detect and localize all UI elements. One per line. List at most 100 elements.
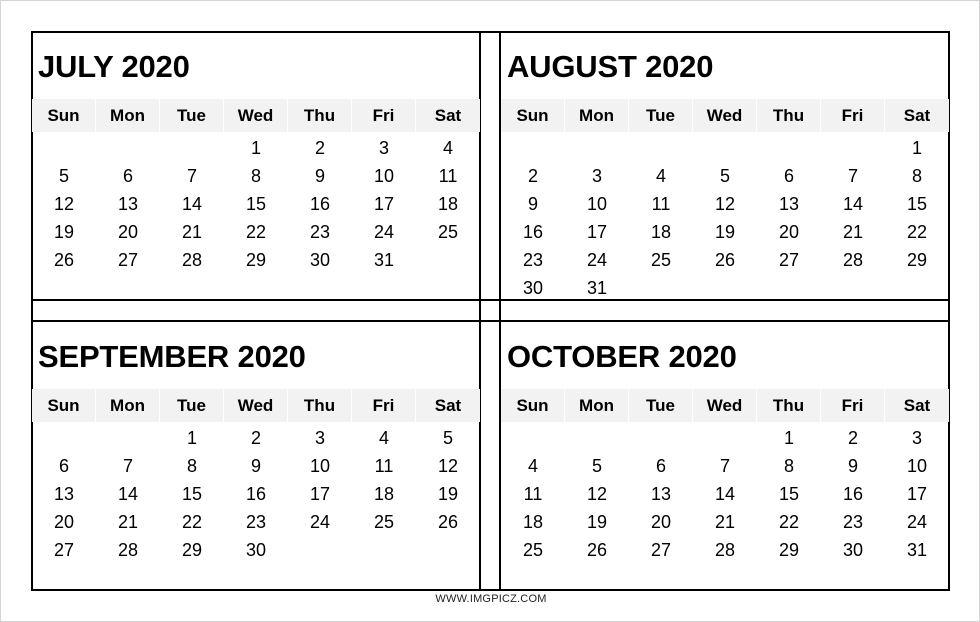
week-row: 1 2 3 4	[32, 134, 480, 162]
weekday-header-row: Sun Mon Tue Wed Thu Fri Sat	[501, 99, 949, 132]
day-cell: 31	[586, 278, 608, 298]
day-cell: 29	[181, 540, 203, 560]
week-row: 27 28 29 30	[32, 536, 480, 564]
week-row: 16 17 18 19 20 21 22	[501, 218, 949, 246]
day-cell: 11	[438, 166, 458, 186]
day-cell	[32, 134, 96, 162]
day-cell: 18	[522, 512, 544, 532]
day-cell: 19	[586, 512, 608, 532]
week-row: 1 2 3 4 5	[32, 424, 480, 452]
week-row: 11 12 13 14 15 16 17	[501, 480, 949, 508]
day-cell: 12	[586, 484, 608, 504]
weekday-header-wed: Wed	[224, 389, 287, 422]
day-cell: 29	[778, 540, 800, 560]
weekday-header-thu: Thu	[288, 389, 351, 422]
day-cell: 19	[714, 222, 736, 242]
day-cell: 20	[117, 222, 139, 242]
month-title: JULY 2020	[38, 49, 190, 84]
day-cell: 23	[842, 512, 864, 532]
day-cell: 21	[714, 512, 736, 532]
day-cell: 25	[522, 540, 544, 560]
day-cell: 21	[842, 222, 864, 242]
day-cell: 5	[719, 166, 730, 186]
week-row: 1 2 3	[501, 424, 949, 452]
week-row: 23 24 25 26 27 28 29	[501, 246, 949, 274]
day-cell: 8	[783, 456, 794, 476]
weekday-header-thu: Thu	[757, 99, 820, 132]
week-row: 9 10 11 12 13 14 15	[501, 190, 949, 218]
day-cell: 15	[778, 484, 800, 504]
day-cell: 23	[522, 250, 544, 270]
day-cell: 24	[906, 512, 928, 532]
month-title: OCTOBER 2020	[507, 339, 737, 374]
day-cell: 29	[245, 250, 267, 270]
weekday-header-wed: Wed	[224, 99, 287, 132]
day-cell: 30	[245, 540, 267, 560]
day-cell: 16	[842, 484, 864, 504]
weekday-header-tue: Tue	[160, 389, 223, 422]
week-row: 1	[501, 134, 949, 162]
day-cell: 1	[911, 138, 922, 158]
week-row: 5 6 7 8 9 10 11	[32, 162, 480, 190]
day-cell: 17	[373, 194, 395, 214]
day-cell: 10	[906, 456, 928, 476]
day-cell: 15	[245, 194, 267, 214]
day-cell: 13	[53, 484, 75, 504]
day-cell	[565, 424, 629, 452]
day-cell: 10	[309, 456, 331, 476]
week-row: 13 14 15 16 17 18 19	[32, 480, 480, 508]
day-cell: 30	[842, 540, 864, 560]
day-cell	[757, 134, 821, 162]
day-cell	[96, 424, 160, 452]
weekday-header-wed: Wed	[693, 99, 756, 132]
day-cell	[288, 536, 352, 564]
day-cell: 31	[906, 540, 928, 560]
day-cell: 8	[911, 166, 922, 186]
day-cell	[501, 134, 565, 162]
weekday-header-tue: Tue	[629, 99, 692, 132]
day-cell: 20	[650, 512, 672, 532]
day-cell: 18	[373, 484, 395, 504]
date-grid: 1 2 3 4 5 6 7 8 9 10 11 12 13 14 15 16 17 18 19 20 21 22 23 24 2…	[501, 134, 949, 302]
day-cell	[693, 134, 757, 162]
week-row: 26 27 28 29 30 31	[32, 246, 480, 274]
weekday-header-mon: Mon	[565, 99, 628, 132]
week-row: 20 21 22 23 24 25 26	[32, 508, 480, 536]
day-cell	[96, 134, 160, 162]
day-cell: 19	[437, 484, 459, 504]
day-cell: 4	[378, 428, 389, 448]
day-cell: 13	[778, 194, 800, 214]
day-cell: 2	[847, 428, 858, 448]
day-cell: 9	[250, 456, 261, 476]
day-cell	[416, 536, 480, 564]
day-cell: 7	[186, 166, 197, 186]
day-cell: 5	[591, 456, 602, 476]
day-cell: 24	[373, 222, 395, 242]
day-cell	[693, 274, 757, 302]
weekday-header-sat: Sat	[416, 389, 480, 422]
day-cell: 15	[906, 194, 928, 214]
day-cell: 28	[181, 250, 203, 270]
day-cell: 6	[655, 456, 666, 476]
weekday-header-mon: Mon	[96, 99, 159, 132]
day-cell: 1	[186, 428, 197, 448]
day-cell	[32, 424, 96, 452]
day-cell: 6	[783, 166, 794, 186]
weekday-header-sun: Sun	[501, 389, 564, 422]
day-cell: 7	[847, 166, 858, 186]
weekday-header-sun: Sun	[32, 389, 95, 422]
day-cell: 17	[906, 484, 928, 504]
weekday-header-wed: Wed	[693, 389, 756, 422]
week-row: 2 3 4 5 6 7 8	[501, 162, 949, 190]
day-cell: 3	[591, 166, 602, 186]
week-row: 4 5 6 7 8 9 10	[501, 452, 949, 480]
day-cell: 23	[245, 512, 267, 532]
week-row: 12 13 14 15 16 17 18	[32, 190, 480, 218]
weekday-header-thu: Thu	[288, 99, 351, 132]
day-cell: 12	[437, 456, 459, 476]
day-cell	[565, 134, 629, 162]
date-grid: 1 2 3 4 5 6 7 8 9 10 11 12 13 14 15 16 17 18 19 20 21 22 23 24 2…	[32, 424, 480, 564]
weekday-header-fri: Fri	[821, 389, 884, 422]
day-cell: 10	[373, 166, 395, 186]
weekday-header-sat: Sat	[885, 389, 949, 422]
